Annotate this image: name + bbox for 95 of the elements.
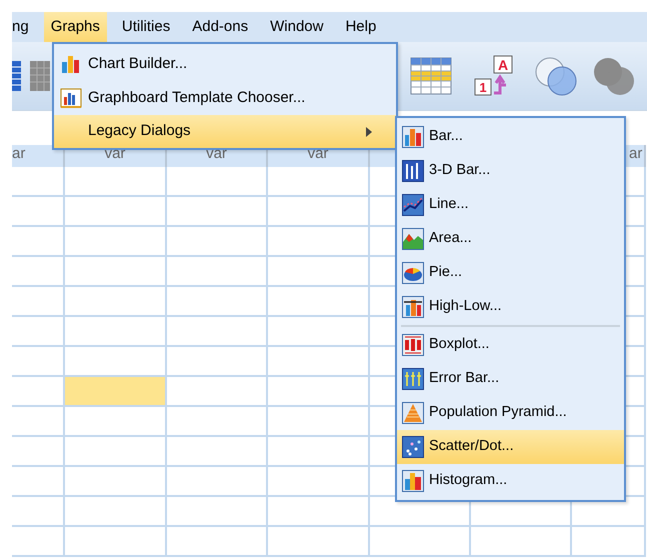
grid-cell[interactable] (268, 287, 370, 317)
grid-cell[interactable] (65, 317, 167, 347)
grid-cell[interactable] (12, 437, 65, 467)
circles-icon[interactable] (592, 56, 636, 96)
grid-cell[interactable] (167, 167, 268, 197)
grid-cell[interactable] (167, 257, 268, 287)
grid-cell[interactable] (65, 467, 167, 497)
grid-cell[interactable] (268, 437, 370, 467)
grid-cell[interactable] (268, 197, 370, 227)
grid-cell[interactable] (65, 407, 167, 437)
grid-cell[interactable] (65, 227, 167, 257)
grid-cell[interactable] (12, 257, 65, 287)
boxplot-icon (402, 334, 424, 356)
pie-chart-icon (402, 262, 424, 284)
grid-cell[interactable] (572, 527, 646, 557)
line-chart-icon (402, 194, 424, 216)
grid-cell[interactable] (12, 287, 65, 317)
menu-item[interactable]: 3-D Bar... (397, 154, 624, 188)
grid-icon[interactable] (30, 59, 50, 93)
grid-cell[interactable] (12, 167, 65, 197)
grid-cell[interactable] (12, 527, 65, 557)
grid-cell[interactable] (167, 407, 268, 437)
grid-cell[interactable] (65, 167, 167, 197)
grid-cell[interactable] (167, 227, 268, 257)
grid-cell[interactable] (167, 287, 268, 317)
grid-cell[interactable] (65, 347, 167, 377)
grid-cell[interactable] (167, 317, 268, 347)
grid-cell[interactable] (268, 467, 370, 497)
bar-chart-icon (402, 296, 424, 318)
grid-cell[interactable] (268, 497, 370, 527)
grid-cell[interactable] (12, 407, 65, 437)
grid-cell[interactable] (167, 527, 268, 557)
grid-cell[interactable] (12, 377, 65, 407)
grid-cell[interactable] (167, 347, 268, 377)
grid-cell[interactable] (65, 197, 167, 227)
grid-cell[interactable] (471, 527, 572, 557)
grid-cell[interactable] (65, 257, 167, 287)
grid-cell[interactable] (65, 287, 167, 317)
grid-cell[interactable] (12, 317, 65, 347)
list-icon[interactable] (12, 59, 22, 93)
grid-cell[interactable] (12, 347, 65, 377)
menu-item[interactable]: Add-ons (185, 12, 256, 42)
error-bar-icon (402, 368, 424, 390)
menu-item[interactable]: Window (263, 12, 330, 42)
toolbar-button[interactable]: A 1 (474, 55, 520, 97)
menu-item[interactable]: Boxplot... (397, 328, 624, 362)
grid-cell[interactable] (268, 227, 370, 257)
grid-cell[interactable] (167, 437, 268, 467)
bar-chart-icon (402, 160, 424, 182)
grid-cell[interactable] (167, 377, 268, 407)
menu-item[interactable]: Area... (397, 222, 624, 256)
chart-template-icon (60, 87, 82, 109)
bar-chart-icon (402, 126, 424, 148)
grid-cell[interactable] (12, 227, 65, 257)
grid-cell[interactable] (268, 377, 370, 407)
menu-item[interactable]: High-Low... (397, 290, 624, 324)
grid-cell[interactable] (167, 467, 268, 497)
grid-cell[interactable] (65, 497, 167, 527)
grid-cell[interactable] (65, 527, 167, 557)
grid-cell[interactable] (268, 527, 370, 557)
menu-item[interactable]: Legacy Dialogs (54, 115, 396, 148)
menu-item[interactable]: Error Bar... (397, 362, 624, 396)
bar-chart-icon (60, 53, 82, 75)
table-icon[interactable] (410, 57, 452, 95)
grid-cell[interactable] (167, 497, 268, 527)
histogram-icon (402, 470, 424, 492)
grid-cell[interactable] (12, 197, 65, 227)
grid-cell[interactable] (12, 497, 65, 527)
column-header[interactable]: ar (12, 145, 65, 167)
circles-icon[interactable] (534, 56, 578, 96)
grid-cell[interactable] (65, 437, 167, 467)
grid-cell[interactable] (167, 197, 268, 227)
grid-cell[interactable] (65, 377, 167, 407)
scatter-plot-icon (402, 436, 424, 458)
menu-item[interactable]: Line... (397, 188, 624, 222)
menu-item[interactable]: Bar... (397, 120, 624, 154)
grid-cell[interactable] (12, 467, 65, 497)
menu-item[interactable]: Population Pyramid... (397, 396, 624, 430)
menu-item[interactable]: Scatter/Dot... (397, 430, 624, 464)
grid-cell[interactable] (268, 347, 370, 377)
area-chart-icon (402, 228, 424, 250)
menu-item[interactable]: Chart Builder... (54, 47, 396, 81)
menu-item[interactable]: ng (12, 12, 36, 42)
menu-item[interactable]: Histogram... (397, 464, 624, 498)
grid-cell[interactable] (268, 167, 370, 197)
menu-item[interactable]: Help (338, 12, 384, 42)
grid-cell[interactable] (268, 257, 370, 287)
grid-cell[interactable] (268, 317, 370, 347)
menu-item[interactable]: Utilities (114, 12, 178, 42)
menu-item[interactable]: Pie... (397, 256, 624, 290)
grid-cell[interactable] (370, 527, 471, 557)
grid-cell[interactable] (268, 407, 370, 437)
menu-item[interactable]: Graphboard Template Chooser... (54, 81, 396, 115)
pyramid-icon (402, 402, 424, 424)
menu-item[interactable]: Graphs (44, 12, 107, 42)
